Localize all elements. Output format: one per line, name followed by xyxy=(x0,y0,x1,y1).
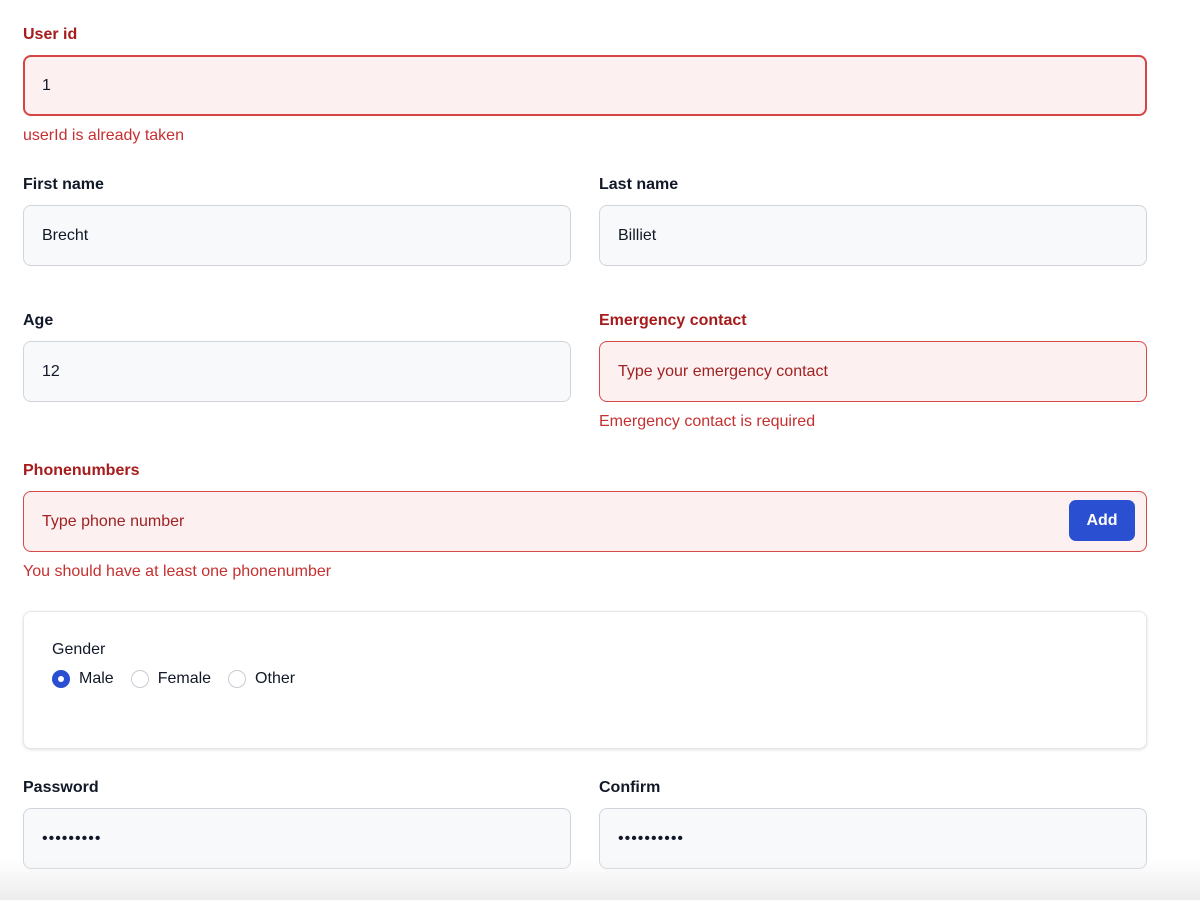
age-value: 12 xyxy=(42,362,60,380)
last-name-value: Billiet xyxy=(618,226,657,244)
gender-option-other[interactable]: Other xyxy=(228,670,295,688)
confirm-input[interactable]: •••••••••• xyxy=(599,808,1147,869)
gender-option-female[interactable]: Female xyxy=(130,670,212,688)
phonenumbers-error: You should have at least one phonenumber xyxy=(23,563,332,580)
first-name-value: Brecht xyxy=(42,226,89,244)
gender-card: Gender Male Female Other xyxy=(23,611,1147,749)
emergency-contact-label: Emergency contact xyxy=(599,312,747,329)
emergency-contact-error: Emergency contact is required xyxy=(599,413,816,430)
password-input[interactable]: ••••••••• xyxy=(23,808,571,869)
radio-unchecked-icon[interactable] xyxy=(228,670,247,688)
user-id-value: 1 xyxy=(42,76,51,94)
gender-option-label: Other xyxy=(255,670,296,687)
user-id-input[interactable]: 1 xyxy=(23,55,1147,116)
gender-option-label: Female xyxy=(157,670,212,687)
first-name-input[interactable]: Brecht xyxy=(23,205,571,266)
user-form: User id 1 userId is already taken First … xyxy=(23,22,1147,869)
confirm-label: Confirm xyxy=(599,779,661,796)
gender-legend: Gender xyxy=(52,641,106,658)
confirm-value: •••••••••• xyxy=(618,829,685,847)
radio-checked-icon[interactable] xyxy=(52,670,70,688)
first-name-label: First name xyxy=(23,176,104,193)
age-input[interactable]: 12 xyxy=(23,341,571,402)
add-phone-button[interactable]: Add xyxy=(1069,500,1135,541)
phone-number-placeholder: Type phone number xyxy=(42,512,185,530)
password-label: Password xyxy=(23,779,99,796)
user-id-error: userId is already taken xyxy=(23,127,184,144)
gender-option-label: Male xyxy=(79,670,114,687)
radio-unchecked-icon[interactable] xyxy=(130,670,149,688)
gender-radio-group: Male Female Other xyxy=(52,670,1118,688)
last-name-label: Last name xyxy=(599,176,679,193)
user-id-label: User id xyxy=(23,26,78,43)
last-name-input[interactable]: Billiet xyxy=(599,205,1147,266)
age-label: Age xyxy=(23,312,54,329)
password-value: ••••••••• xyxy=(42,829,102,847)
emergency-contact-placeholder: Type your emergency contact xyxy=(618,362,828,380)
gender-option-male[interactable]: Male xyxy=(52,670,114,688)
phone-number-input[interactable]: Type phone number Add xyxy=(23,491,1147,552)
emergency-contact-input[interactable]: Type your emergency contact xyxy=(599,341,1147,402)
phonenumbers-label: Phonenumbers xyxy=(23,462,140,479)
